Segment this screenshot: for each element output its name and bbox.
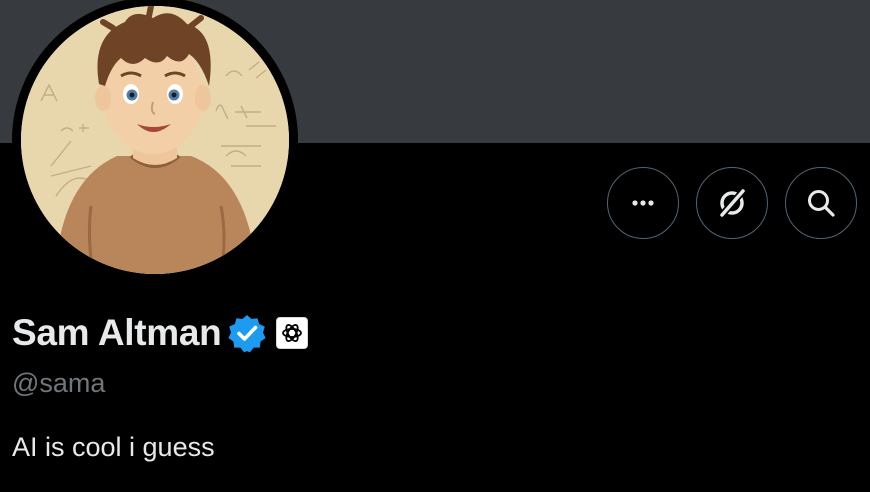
profile-handle: @sama xyxy=(12,368,106,398)
avatar[interactable] xyxy=(21,6,289,274)
profile-name-row: Sam Altman xyxy=(12,312,309,354)
more-button[interactable] xyxy=(607,167,679,239)
profile-bio: AI is cool i guess xyxy=(12,432,215,462)
profile-actions xyxy=(607,167,857,239)
affiliate-badge[interactable] xyxy=(276,317,309,349)
openai-logo-icon xyxy=(282,324,303,342)
profile-avatar-frame xyxy=(12,0,298,283)
avatar-illustration xyxy=(21,6,289,274)
grok-icon xyxy=(718,187,747,219)
verified-check-icon[interactable] xyxy=(227,313,267,353)
search-button[interactable] xyxy=(785,167,857,239)
search-icon xyxy=(808,190,835,217)
more-dots-icon xyxy=(632,200,654,206)
display-name: Sam Altman xyxy=(12,312,222,353)
grok-button[interactable] xyxy=(696,167,768,239)
